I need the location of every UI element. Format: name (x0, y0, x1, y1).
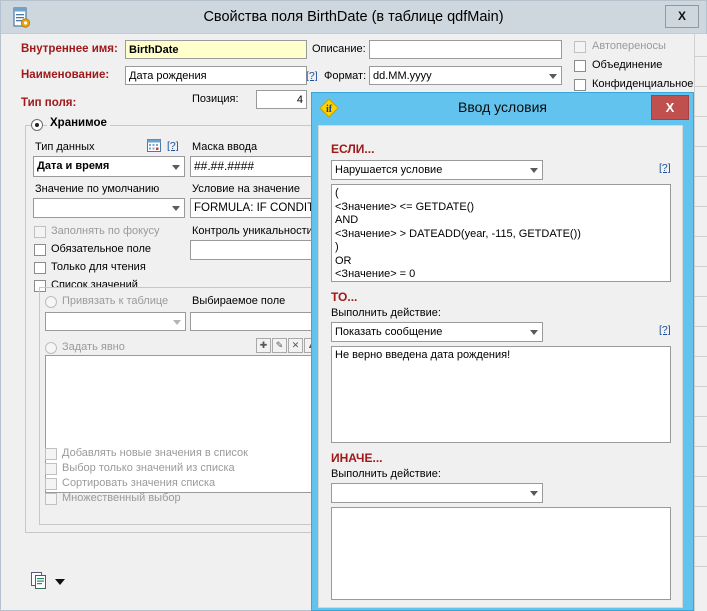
edit-button[interactable]: ✎ (272, 338, 287, 353)
chevron-down-icon (172, 206, 180, 211)
checkbox-required-label: Обязательное поле (51, 243, 151, 255)
checkbox-merge[interactable] (574, 60, 586, 72)
if-section-header: ЕСЛИ... (331, 142, 374, 156)
then-action-combo-value: Показать сообщение (335, 326, 442, 338)
if-help-link[interactable]: [?] (659, 162, 671, 174)
main-titlebar: Свойства поля BirthDate (в таблице qdfMa… (1, 1, 706, 34)
chevron-down-icon (549, 74, 557, 79)
radio-stored[interactable] (31, 119, 43, 131)
format-combo-value: dd.MM.yyyy (373, 70, 432, 82)
checkbox-confidential-label: Конфиденциальное (592, 78, 693, 90)
then-action-label: Выполнить действие: (331, 307, 441, 319)
format-label: Формат: (324, 70, 366, 82)
selectable-field-label: Выбираемое поле (192, 295, 285, 307)
default-value-combo[interactable] (33, 198, 185, 218)
chevron-down-icon (530, 491, 538, 496)
data-type-label: Тип данных (35, 141, 95, 153)
set-explicit-label: Задать явно (62, 341, 125, 353)
add-button[interactable]: ✚ (256, 338, 271, 353)
checkbox-only-from-list-label: Выбор только значений из списка (62, 462, 235, 474)
condition-dialog-title: Ввод условия (312, 99, 693, 115)
if-expression-textarea[interactable]: ( <Значение> <= GETDATE() AND <Значение>… (331, 184, 671, 282)
bind-to-table-label: Привязать к таблице (62, 295, 168, 307)
else-action-combo[interactable] (331, 483, 543, 503)
condition-titlebar: if Ввод условия X (312, 93, 693, 123)
data-type-combo[interactable]: Дата и время (33, 156, 185, 177)
checkbox-autowrap[interactable] (574, 41, 586, 53)
stored-group-title: Хранимое (47, 117, 110, 129)
radio-bind-to-table[interactable] (45, 296, 57, 308)
checkbox-readonly-label: Только для чтения (51, 261, 146, 273)
else-section-header: ИНАЧЕ... (331, 451, 382, 465)
right-edge-strip (694, 34, 707, 611)
then-message-textarea[interactable]: Не верно введена дата рождения! (331, 346, 671, 443)
checkbox-autowrap-label: Автопереносы (592, 40, 666, 52)
description-input[interactable] (369, 40, 562, 59)
chevron-down-icon (530, 330, 538, 335)
description-label: Описание: (312, 43, 366, 55)
chevron-down-icon (172, 165, 180, 170)
internal-name-input[interactable]: BirthDate (125, 40, 307, 59)
close-button[interactable]: X (665, 5, 699, 28)
copy-icon[interactable] (31, 572, 49, 590)
if-condition-combo[interactable]: Нарушается условие (331, 160, 543, 180)
data-type-combo-value: Дата и время (37, 160, 109, 172)
checkbox-add-new-values[interactable] (45, 448, 57, 460)
checkbox-readonly[interactable] (34, 262, 46, 274)
position-input[interactable]: 4 (256, 90, 307, 109)
then-section-header: ТО... (331, 290, 357, 304)
else-message-textarea[interactable] (331, 507, 671, 600)
format-help-link[interactable]: [?] (306, 70, 318, 82)
calendar-icon (147, 139, 161, 152)
unique-control-label: Контроль уникальности (192, 225, 313, 237)
checkbox-only-from-list[interactable] (45, 463, 57, 475)
chevron-down-icon (530, 168, 538, 173)
delete-button[interactable]: ✕ (288, 338, 303, 353)
condition-close-button[interactable]: X (651, 95, 689, 120)
checkbox-multi-select[interactable] (45, 493, 57, 505)
checkbox-add-new-values-label: Добавлять новые значения в список (62, 447, 248, 459)
chevron-down-icon[interactable] (55, 579, 65, 585)
checkbox-multi-select-label: Множественный выбор (62, 492, 181, 504)
format-combo[interactable]: dd.MM.yyyy (369, 66, 562, 85)
input-mask-label: Маска ввода (192, 141, 257, 153)
checkbox-fill-on-focus-label: Заполнять по фокусу (51, 225, 159, 237)
checkbox-sort-list[interactable] (45, 478, 57, 490)
validation-label: Условие на значение (192, 183, 300, 195)
checkbox-sort-list-label: Сортировать значения списка (62, 477, 215, 489)
caption-input[interactable]: Дата рождения (125, 66, 307, 85)
condition-dialog: if Ввод условия X ЕСЛИ... Нарушается усл… (311, 92, 694, 611)
checkbox-merge-label: Объединение (592, 59, 662, 71)
page-title: Свойства поля BirthDate (в таблице qdfMa… (1, 9, 706, 25)
chevron-down-icon (173, 320, 181, 325)
bind-to-table-combo[interactable] (45, 312, 186, 331)
internal-name-label: Внутреннее имя: (21, 43, 118, 55)
else-action-label: Выполнить действие: (331, 468, 441, 480)
data-type-help-link[interactable]: [?] (167, 140, 179, 152)
then-help-link[interactable]: [?] (659, 324, 671, 336)
field-type-label: Тип поля: (21, 97, 76, 109)
default-value-label: Значение по умолчанию (35, 183, 159, 195)
radio-set-explicit[interactable] (45, 342, 57, 354)
checkbox-required[interactable] (34, 244, 46, 256)
caption-label: Наименование: (21, 69, 109, 81)
condition-body: ЕСЛИ... Нарушается условие [?] ( <Значен… (318, 125, 683, 608)
then-action-combo[interactable]: Показать сообщение (331, 322, 543, 342)
checkbox-fill-on-focus[interactable] (34, 226, 46, 238)
if-condition-combo-value: Нарушается условие (335, 164, 442, 176)
position-label: Позиция: (192, 93, 239, 105)
checkbox-confidential[interactable] (574, 79, 586, 91)
